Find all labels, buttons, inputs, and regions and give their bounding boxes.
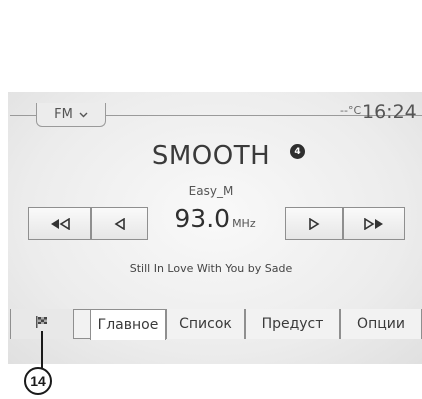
ps-name: Easy_M	[188, 184, 234, 198]
tab-options[interactable]: Опции	[340, 309, 422, 339]
fast-rewind-icon	[49, 217, 71, 230]
step-back-button[interactable]	[91, 207, 148, 240]
band-label: FM	[54, 107, 73, 122]
frequency-value: 93.0	[174, 204, 231, 233]
step-forward-icon	[308, 217, 320, 230]
checkered-flag-icon	[35, 316, 49, 332]
callout-leader-line	[41, 331, 43, 369]
frequency-display: 93.0 MHz	[148, 204, 282, 233]
outside-temperature: --°C	[340, 104, 362, 117]
preset-number-badge: 4	[290, 144, 305, 159]
chevron-down-icon	[79, 108, 88, 121]
callout-marker: 14	[24, 367, 52, 395]
tab-main[interactable]: Главное	[90, 309, 166, 340]
now-playing-text: Still In Love With You by Sade	[129, 262, 293, 275]
station-name: SMOOTH	[151, 141, 271, 171]
step-back-icon	[113, 217, 126, 230]
clock: 16:24	[362, 101, 417, 123]
tab-list[interactable]: Список	[166, 309, 245, 339]
frequency-unit: MHz	[232, 217, 256, 230]
seek-back-button[interactable]	[28, 207, 91, 240]
tab-presets[interactable]: Предуст	[245, 309, 340, 339]
seek-forward-button[interactable]	[343, 207, 405, 240]
fast-forward-icon	[363, 217, 385, 230]
step-forward-button[interactable]	[285, 207, 343, 240]
band-selector[interactable]: FM	[36, 103, 106, 127]
